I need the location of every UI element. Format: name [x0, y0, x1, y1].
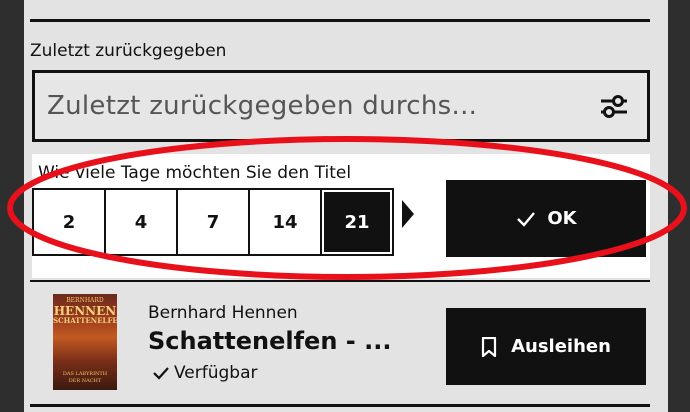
- header-divider: [30, 19, 650, 22]
- bottom-divider: [30, 404, 650, 407]
- pointer-arrow-icon: [402, 200, 414, 228]
- book-title[interactable]: Schattenelfen - ...: [148, 327, 391, 355]
- availability-status: Verfügbar: [152, 363, 258, 383]
- borrow-button[interactable]: Ausleihen: [446, 308, 646, 385]
- ok-button-label: OK: [547, 208, 577, 229]
- check-icon: [153, 367, 169, 380]
- cover-subtitle-line1: DAS LABYRINTH: [62, 371, 108, 377]
- day-option-4[interactable]: 4: [104, 188, 178, 256]
- day-option-7[interactable]: 7: [176, 188, 250, 256]
- section-label: Zuletzt zurückgegeben: [30, 41, 227, 61]
- book-cover[interactable]: BERNHARD HENNEN SCHATTENELFEN DAS LABYRI…: [53, 294, 117, 390]
- borrow-button-label: Ausleihen: [511, 336, 611, 357]
- search-placeholder: Zuletzt zurückgegeben durchs...: [47, 91, 478, 121]
- availability-label: Verfügbar: [174, 363, 258, 383]
- loan-days-options: 2 4 7 14 21: [32, 188, 394, 256]
- cover-title-line2: SCHATTENELFEN: [53, 316, 117, 325]
- cover-subtitle-line2: DER NACHT: [68, 378, 102, 384]
- ok-button[interactable]: OK: [446, 180, 646, 257]
- day-option-2[interactable]: 2: [32, 188, 106, 256]
- search-input[interactable]: Zuletzt zurückgegeben durchs...: [32, 70, 650, 142]
- cover-author: BERNHARD: [66, 297, 104, 304]
- check-icon: [517, 211, 536, 227]
- day-option-14[interactable]: 14: [248, 188, 322, 256]
- section-divider: [30, 280, 650, 282]
- bookmark-icon: [481, 336, 497, 357]
- loan-days-question: Wie viele Tage möchten Sie den Titel: [38, 163, 352, 183]
- sliders-icon[interactable]: [597, 89, 631, 123]
- day-option-21[interactable]: 21: [320, 188, 394, 256]
- book-author: Bernhard Hennen: [148, 303, 298, 323]
